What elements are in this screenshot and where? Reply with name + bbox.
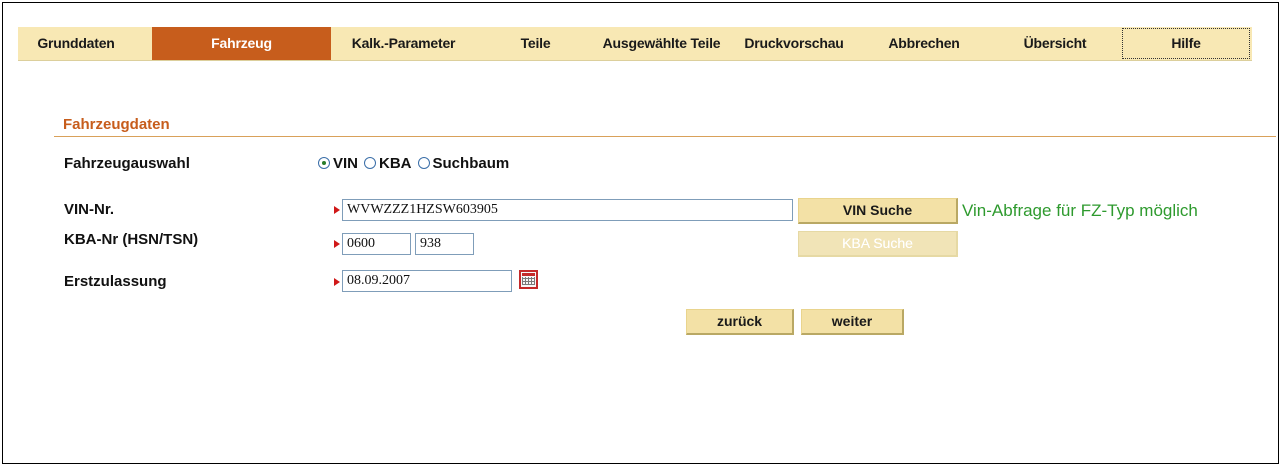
vin-hint-text: Vin-Abfrage für FZ-Typ möglich [962,201,1198,220]
tab-uebersicht[interactable]: Übersicht [988,27,1122,60]
required-marker [334,240,340,248]
radio-kba-label: KBA [379,154,412,172]
vin-input[interactable]: WVWZZZ1HZSW603905 [342,199,793,221]
tab-ausgewaehlte-teile[interactable]: Ausgewählte Teile [595,27,728,60]
tab-hilfe[interactable]: Hilfe [1122,28,1250,59]
tab-grunddaten[interactable]: Grunddaten [18,27,134,60]
radio-suchbaum[interactable]: Suchbaum [417,154,510,172]
radio-kba-dot[interactable] [364,157,377,169]
first-registration-label: Erstzulassung [64,273,167,290]
section-title: Fahrzeugdaten [63,116,170,133]
section-divider [54,136,1276,137]
vin-search-button[interactable]: VIN Suche [798,198,958,224]
radio-suchbaum-label: Suchbaum [432,154,510,172]
radio-vin-label: VIN [333,154,359,172]
tab-abbrechen[interactable]: Abbrechen [860,27,988,60]
calendar-icon-header [522,273,535,276]
kba-search-button[interactable]: KBA Suche [798,231,958,257]
calendar-icon-grid [522,277,535,285]
radio-kba[interactable]: KBA [364,155,412,172]
kba-label: KBA-Nr (HSN/TSN) [64,231,199,248]
tab-druckvorschau[interactable]: Druckvorschau [728,27,860,60]
first-registration-input[interactable]: 08.09.2007 [342,270,512,292]
vin-label: VIN-Nr. [64,201,115,218]
tab-fahrzeug[interactable]: Fahrzeug [152,27,331,60]
tab-teile[interactable]: Teile [476,27,595,60]
next-button[interactable]: weiter [801,309,904,335]
vehicle-selection-radio-group: VIN KBA Suchbaum [318,153,515,173]
tab-bar: Grunddaten Fahrzeug Kalk.-Parameter Teil… [18,27,1252,61]
calendar-icon[interactable] [519,270,538,289]
radio-vin-dot[interactable] [318,157,330,169]
required-marker [334,278,340,286]
radio-vin[interactable]: VIN [318,155,358,172]
radio-suchbaum-dot[interactable] [417,157,430,169]
back-button[interactable]: zurück [686,309,794,335]
kba-tsn-input[interactable]: 938 [415,233,474,255]
required-marker [334,206,340,214]
kba-hsn-input[interactable]: 0600 [342,233,411,255]
tab-kalk-parameter[interactable]: Kalk.-Parameter [331,27,476,60]
vehicle-selection-label: Fahrzeugauswahl [64,155,190,172]
